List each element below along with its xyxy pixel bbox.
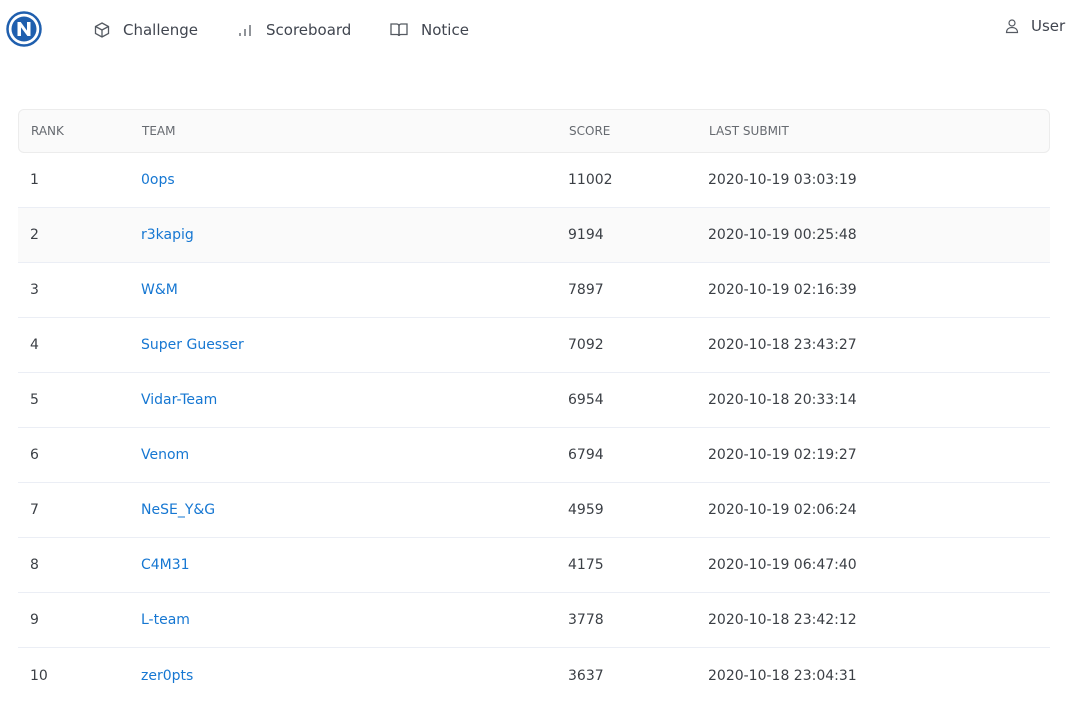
last-submit-cell: 2020-10-19 03:03:19 <box>708 172 857 188</box>
rank-cell: 4 <box>30 337 39 353</box>
rank-cell: 2 <box>30 227 39 243</box>
top-navigation: Challenge Scoreboard Notice User <box>0 0 1080 60</box>
column-header-score: SCORE <box>569 124 611 138</box>
score-cell: 4175 <box>568 557 604 573</box>
table-row: 7 NeSE_Y&G 4959 2020-10-19 02:06:24 <box>18 483 1050 538</box>
table-header: RANK TEAM SCORE LAST SUBMIT <box>18 109 1050 153</box>
score-cell: 6954 <box>568 392 604 408</box>
rank-cell: 8 <box>30 557 39 573</box>
column-header-last-submit: LAST SUBMIT <box>709 124 789 138</box>
team-link[interactable]: Super Guesser <box>141 337 244 353</box>
last-submit-cell: 2020-10-18 20:33:14 <box>708 392 857 408</box>
team-link[interactable]: zer0pts <box>141 668 193 684</box>
bar-chart-icon <box>236 21 254 39</box>
nav-notice[interactable]: Notice <box>389 18 469 42</box>
last-submit-cell: 2020-10-18 23:04:31 <box>708 667 857 684</box>
scoreboard-table: RANK TEAM SCORE LAST SUBMIT 1 0ops 11002… <box>18 109 1050 703</box>
cube-icon <box>93 21 111 39</box>
nav-scoreboard-label: Scoreboard <box>266 21 352 39</box>
rank-cell: 1 <box>30 172 39 188</box>
nav-notice-label: Notice <box>421 21 469 39</box>
nav-challenge[interactable]: Challenge <box>93 18 198 42</box>
user-icon <box>1005 18 1019 34</box>
score-cell: 3637 <box>568 667 604 684</box>
rank-cell: 6 <box>30 447 39 463</box>
last-submit-cell: 2020-10-19 02:16:39 <box>708 282 857 298</box>
team-link[interactable]: 0ops <box>141 172 175 188</box>
score-cell: 9194 <box>568 227 604 243</box>
rank-cell: 9 <box>30 612 39 628</box>
team-link[interactable]: Vidar-Team <box>141 392 217 408</box>
table-row: 6 Venom 6794 2020-10-19 02:19:27 <box>18 428 1050 483</box>
table-row: 4 Super Guesser 7092 2020-10-18 23:43:27 <box>18 318 1050 373</box>
book-icon <box>389 21 409 39</box>
rank-cell: 3 <box>30 282 39 298</box>
last-submit-cell: 2020-10-19 02:06:24 <box>708 502 857 518</box>
score-cell: 7092 <box>568 337 604 353</box>
team-link[interactable]: Venom <box>141 447 189 463</box>
score-cell: 3778 <box>568 612 604 628</box>
nav-scoreboard[interactable]: Scoreboard <box>236 18 351 42</box>
team-link[interactable]: NeSE_Y&G <box>141 502 215 518</box>
nav-user-label: User <box>1031 17 1066 35</box>
table-row: 5 Vidar-Team 6954 2020-10-18 20:33:14 <box>18 373 1050 428</box>
rank-cell: 5 <box>30 392 39 408</box>
table-row: 3 W&M 7897 2020-10-19 02:16:39 <box>18 263 1050 318</box>
column-header-team: TEAM <box>142 124 176 138</box>
table-row: 8 C4M31 4175 2020-10-19 06:47:40 <box>18 538 1050 593</box>
team-link[interactable]: r3kapig <box>141 227 194 243</box>
column-header-rank: RANK <box>31 124 64 138</box>
n-logo-icon[interactable] <box>6 11 42 47</box>
score-cell: 7897 <box>568 282 604 298</box>
last-submit-cell: 2020-10-19 02:19:27 <box>708 447 857 463</box>
team-link[interactable]: W&M <box>141 282 178 298</box>
table-row: 2 r3kapig 9194 2020-10-19 00:25:48 <box>18 208 1050 263</box>
table-row: 10 zer0pts 3637 2020-10-18 23:04:31 <box>18 648 1050 703</box>
team-link[interactable]: L-team <box>141 612 190 628</box>
last-submit-cell: 2020-10-19 00:25:48 <box>708 227 857 243</box>
score-cell: 6794 <box>568 447 604 463</box>
table-row: 1 0ops 11002 2020-10-19 03:03:19 <box>18 153 1050 208</box>
rank-cell: 10 <box>30 667 48 684</box>
last-submit-cell: 2020-10-18 23:42:12 <box>708 612 857 628</box>
last-submit-cell: 2020-10-18 23:43:27 <box>708 337 857 353</box>
last-submit-cell: 2020-10-19 06:47:40 <box>708 557 857 573</box>
rank-cell: 7 <box>30 502 39 518</box>
score-cell: 11002 <box>568 172 613 188</box>
nav-user[interactable]: User <box>1005 14 1065 38</box>
team-link[interactable]: C4M31 <box>141 557 190 573</box>
nav-challenge-label: Challenge <box>123 21 198 39</box>
score-cell: 4959 <box>568 502 604 518</box>
table-row: 9 L-team 3778 2020-10-18 23:42:12 <box>18 593 1050 648</box>
